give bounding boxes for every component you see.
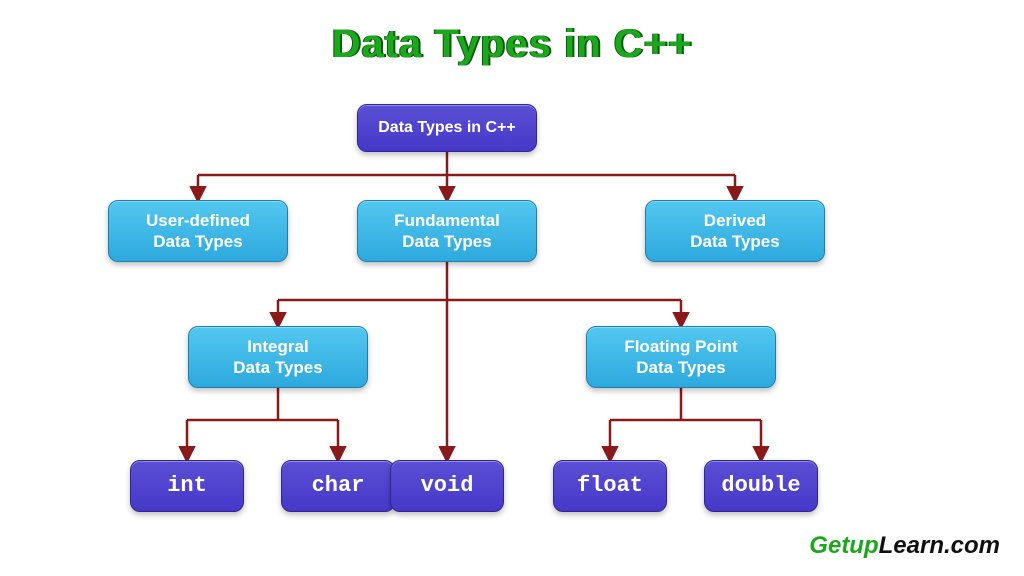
node-root: Data Types in C++	[357, 104, 537, 152]
watermark-part3: .com	[944, 532, 1000, 559]
node-void: void	[390, 460, 504, 512]
diagram-title: Data Types in C++	[0, 22, 1024, 67]
watermark-part1: Getup	[809, 532, 878, 559]
node-char: char	[281, 460, 395, 512]
node-derived: DerivedData Types	[645, 200, 825, 262]
node-floating: Floating PointData Types	[586, 326, 776, 388]
node-double: double	[704, 460, 818, 512]
node-integral: IntegralData Types	[188, 326, 368, 388]
watermark-part2: Learn	[879, 532, 944, 559]
node-fundamental: FundamentalData Types	[357, 200, 537, 262]
node-int: int	[130, 460, 244, 512]
node-user-defined: User-definedData Types	[108, 200, 288, 262]
watermark: GetupLearn.com	[809, 532, 1000, 560]
node-float: float	[553, 460, 667, 512]
